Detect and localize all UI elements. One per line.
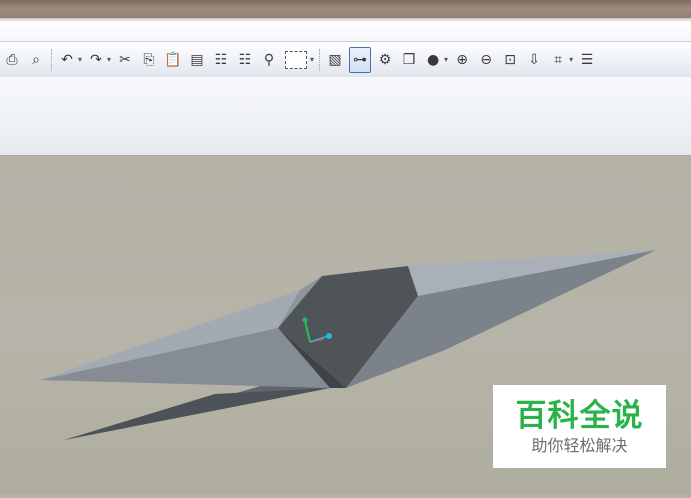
triad-y-marker xyxy=(302,317,308,323)
display-style-icon: ● xyxy=(426,51,440,68)
redo-icon: ↷ xyxy=(90,51,102,68)
paste-icon: 📋 xyxy=(164,51,182,68)
copy-button[interactable]: ⎘ xyxy=(139,48,159,72)
regenerate-manager-icon: ☷ xyxy=(238,51,252,68)
chevron-down-icon[interactable]: ▾ xyxy=(444,55,448,64)
annotation-display-icon: ⌗ xyxy=(554,51,562,68)
view-manager-button[interactable]: ⇩ xyxy=(524,48,544,72)
spin-center-button[interactable]: ⊶ xyxy=(349,46,372,73)
cut-icon: ✂ xyxy=(119,51,131,68)
main-toolbar: ⎙ ⌕ ↶ ▾ ↷ ▾ ✂ ⎘ 📋 ▤ ☷ ☷ ⚲ ▾ ▧ ⊶ ⚙ ❒ ● ▾ ⊕ ⊖ ⊡ ⇩ ⌗ ▾ ☰ xyxy=(0,41,691,78)
layers-button[interactable]: ☰ xyxy=(577,48,597,72)
view-manager-icon: ⇩ xyxy=(528,51,540,68)
watermark-badge: 百科全说 助你轻松解决 xyxy=(493,385,666,468)
undo-icon: ↶ xyxy=(61,51,73,68)
cut-button[interactable]: ✂ xyxy=(115,48,135,72)
layers-icon: ☰ xyxy=(580,51,594,68)
orient-mode-icon: ⚙ xyxy=(378,51,392,68)
watermark-title: 百科全说 xyxy=(515,398,644,434)
zoom-out-icon: ⊖ xyxy=(480,51,492,68)
print-button[interactable]: ⎙ xyxy=(2,48,22,72)
paste-button[interactable]: 📋 xyxy=(163,48,183,72)
spin-center-icon: ⊶ xyxy=(353,51,368,68)
paste-special-button[interactable]: ▤ xyxy=(187,48,207,72)
menu-strip xyxy=(0,22,691,41)
ribbon-panel xyxy=(0,77,691,156)
redo-button[interactable]: ↷ xyxy=(86,48,106,72)
repaint-button[interactable]: ▧ xyxy=(325,48,345,72)
triad-z-marker xyxy=(326,333,332,339)
chevron-down-icon[interactable]: ▾ xyxy=(569,55,573,64)
toolbar-separator xyxy=(319,48,321,71)
toolbar-separator xyxy=(51,48,52,71)
regenerate-manager-button[interactable]: ☷ xyxy=(235,48,255,72)
zoom-out-button[interactable]: ⊖ xyxy=(476,48,496,72)
orient-mode-button[interactable]: ⚙ xyxy=(375,48,395,72)
undo-button[interactable]: ↶ xyxy=(57,48,77,72)
chevron-down-icon[interactable]: ▾ xyxy=(78,55,82,64)
paste-special-icon: ▤ xyxy=(190,51,204,68)
find-icon: ⚲ xyxy=(263,51,275,68)
refit-button[interactable]: ⊡ xyxy=(500,48,520,72)
select-box-button[interactable] xyxy=(283,48,309,72)
zoom-in-icon: ⊕ xyxy=(456,51,468,68)
display-style-button[interactable]: ● xyxy=(423,48,443,72)
repaint-icon: ▧ xyxy=(328,51,342,68)
print-preview-icon: ⌕ xyxy=(32,51,40,68)
zoom-in-button[interactable]: ⊕ xyxy=(452,48,472,72)
regenerate-icon: ☷ xyxy=(214,51,228,68)
copy-icon: ⎘ xyxy=(143,51,155,68)
select-box-icon xyxy=(285,50,308,69)
model-lower-blade-shadow xyxy=(64,388,330,440)
annotation-display-button[interactable]: ⌗ xyxy=(548,48,568,72)
saved-views-icon: ❒ xyxy=(402,51,416,68)
find-button[interactable]: ⚲ xyxy=(259,48,279,72)
refit-icon: ⊡ xyxy=(504,51,516,68)
print-icon: ⎙ xyxy=(6,51,18,68)
chevron-down-icon[interactable]: ▾ xyxy=(107,55,111,64)
saved-views-button[interactable]: ❒ xyxy=(399,48,419,72)
watermark-subtitle: 助你轻松解决 xyxy=(531,436,628,455)
print-preview-button[interactable]: ⌕ xyxy=(26,48,46,72)
regenerate-button[interactable]: ☷ xyxy=(211,48,231,72)
chevron-down-icon[interactable]: ▾ xyxy=(310,55,314,64)
